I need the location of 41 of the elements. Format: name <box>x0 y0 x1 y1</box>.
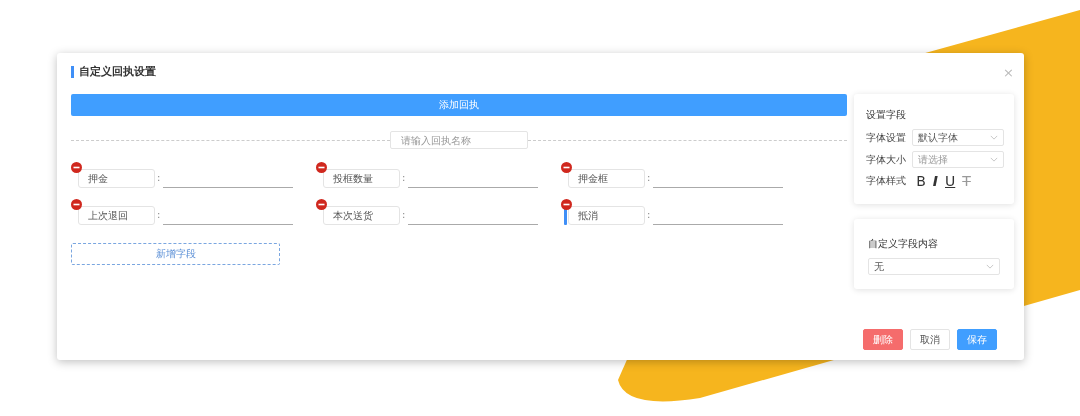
remove-icon[interactable] <box>561 162 572 173</box>
field-label-chip[interactable]: 押金 <box>78 169 155 188</box>
cancel-button[interactable]: 取消 <box>910 329 950 350</box>
card-title: 设置字段 <box>866 108 908 122</box>
chevron-down-icon <box>990 157 998 162</box>
value-input-line[interactable] <box>163 187 294 188</box>
field-label: 字体样式 <box>866 174 907 188</box>
new-field-button[interactable]: 新增字段 <box>71 243 280 265</box>
colon: : <box>647 209 651 220</box>
remove-icon[interactable] <box>71 199 82 210</box>
field-label-chip[interactable]: 投框数量 <box>323 169 400 188</box>
value-input-line[interactable] <box>163 224 294 225</box>
remove-icon[interactable] <box>316 199 327 210</box>
field-label-chip[interactable]: 抵消 <box>568 206 645 225</box>
colon: : <box>402 172 406 183</box>
field-label-chip[interactable]: 押金框 <box>568 169 645 188</box>
value-input-line[interactable] <box>653 187 784 188</box>
remove-icon[interactable] <box>71 162 82 173</box>
underline-button[interactable]: U <box>943 173 958 189</box>
remove-icon[interactable] <box>316 162 327 173</box>
colon: : <box>647 172 651 183</box>
chevron-down-icon <box>986 264 994 269</box>
select-field[interactable]: 无 <box>868 258 1000 275</box>
bold-button[interactable]: B <box>914 173 928 189</box>
value-input-line[interactable] <box>408 224 539 225</box>
value-input-line[interactable] <box>408 187 539 188</box>
colon: : <box>157 172 161 183</box>
italic-button[interactable]: I <box>930 173 940 189</box>
chevron-down-icon <box>990 135 998 140</box>
select-field[interactable]: 默认字体 <box>912 129 1004 146</box>
colon: : <box>157 209 161 220</box>
value-input-line[interactable] <box>653 224 784 225</box>
field-label-chip[interactable]: 本次送货 <box>323 206 400 225</box>
colon: : <box>402 209 406 220</box>
field-label: 字体设置 <box>866 130 907 145</box>
receipt-name-field[interactable]: 请输入回执名称 <box>390 131 529 149</box>
remove-icon[interactable] <box>561 199 572 210</box>
field-label: 字体大小 <box>866 152 907 167</box>
dialog-title: 自定义回执设置 <box>71 66 156 78</box>
field-label-chip[interactable]: 上次退回 <box>78 206 155 225</box>
card-title: 自定义字段内容 <box>868 237 940 251</box>
